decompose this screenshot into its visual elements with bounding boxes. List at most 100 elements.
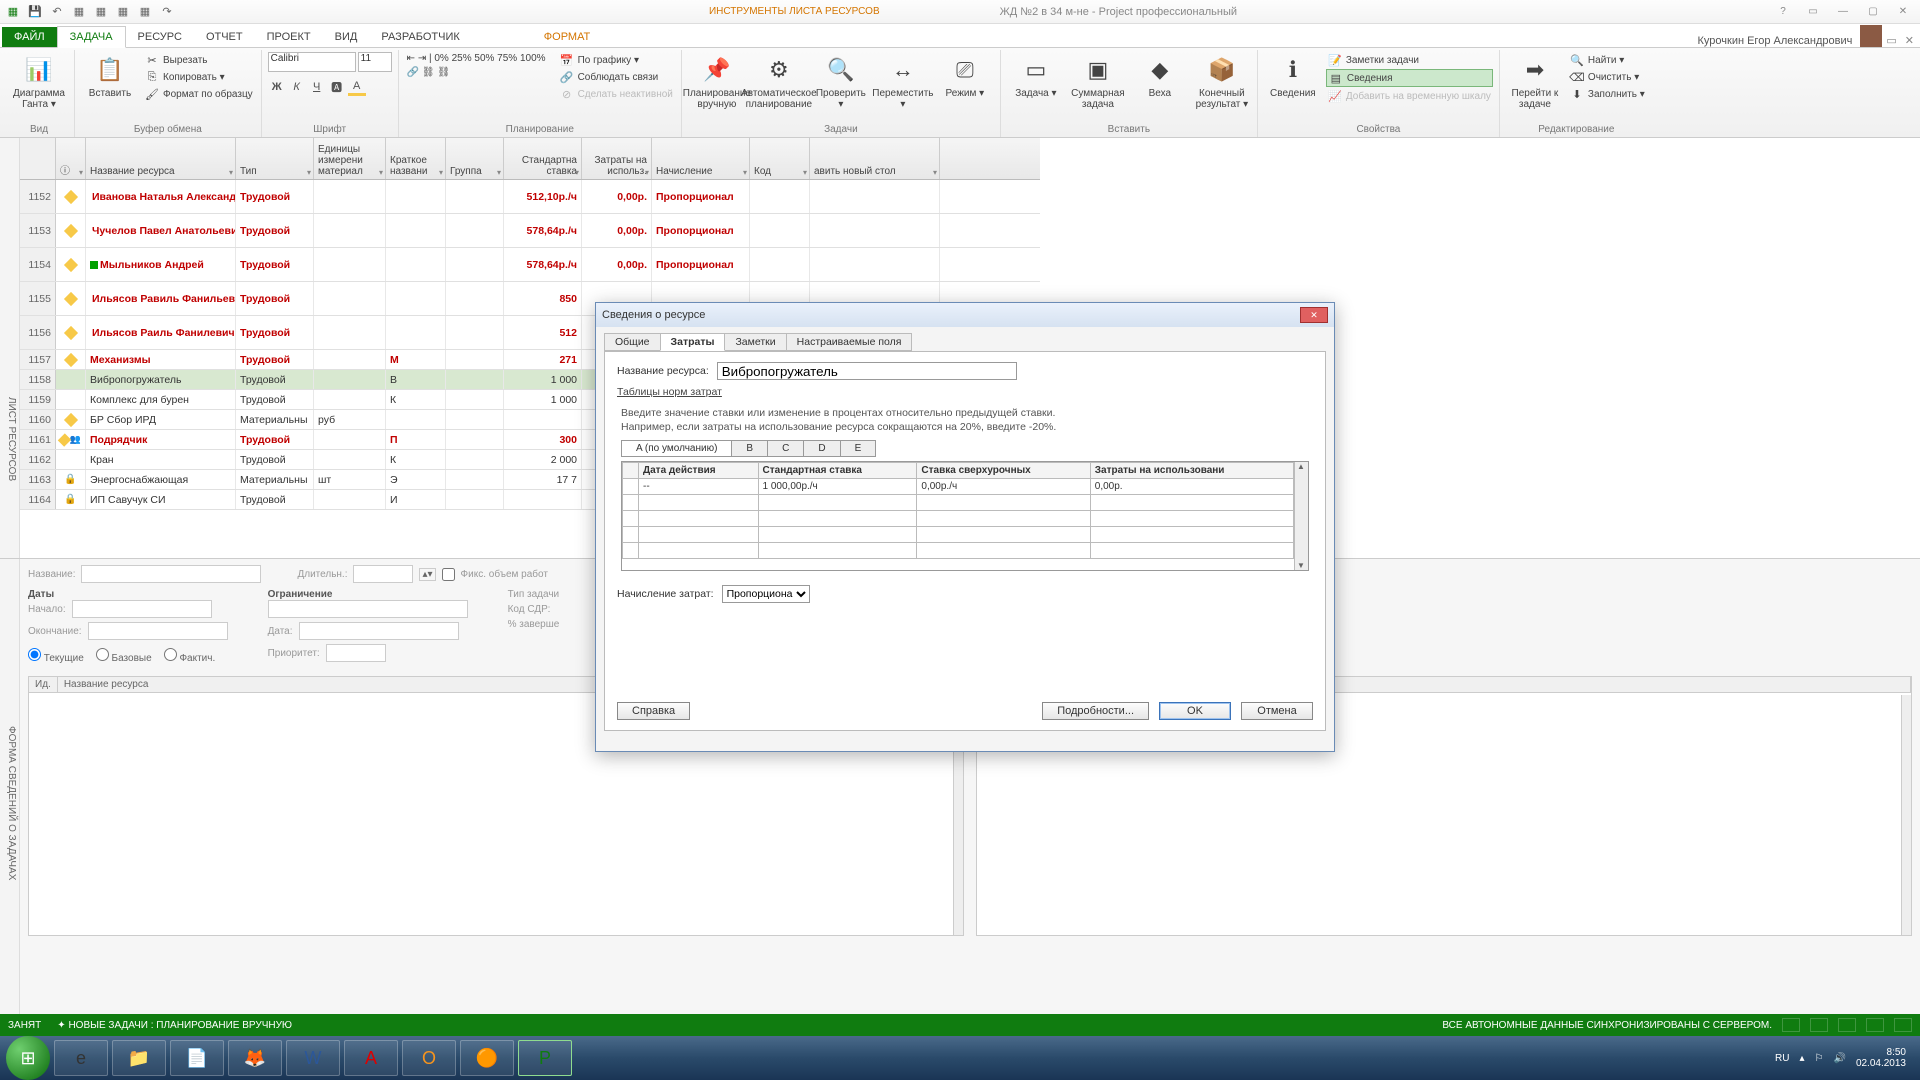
start-button[interactable]: ⊞: [6, 1036, 50, 1080]
view-btn-2[interactable]: [1810, 1018, 1828, 1032]
rate-col-peruse[interactable]: Затраты на использовани: [1090, 463, 1293, 479]
name-input[interactable]: [81, 565, 261, 583]
name-cell[interactable]: Вибропогружатель: [86, 370, 236, 389]
copy-button[interactable]: ⎘Копировать ▾: [143, 69, 255, 85]
short-cell[interactable]: К: [386, 390, 446, 409]
gantt-chart-button[interactable]: 📊Диаграмма Ганта ▾: [10, 52, 68, 112]
constraint-type-combo[interactable]: [268, 600, 468, 618]
radio-baseline[interactable]: Базовые: [96, 648, 152, 664]
rate-tab-a[interactable]: A (по умолчанию): [621, 440, 732, 457]
unit-cell[interactable]: [314, 316, 386, 349]
unit-cell[interactable]: [314, 282, 386, 315]
col-code[interactable]: Код▾: [750, 138, 810, 179]
group-cell[interactable]: [446, 350, 504, 369]
check-button[interactable]: 🔍Проверить ▾: [812, 52, 870, 112]
short-cell[interactable]: [386, 282, 446, 315]
group-cell[interactable]: [446, 214, 504, 247]
make-inactive-button[interactable]: ⊘Сделать неактивной: [558, 86, 675, 102]
table-row[interactable]: 1153Чучелов Павел АнатольевичТрудовой578…: [20, 214, 1040, 248]
col-indicator[interactable]: ⓘ▾: [56, 138, 86, 179]
font-size-combo[interactable]: 11: [358, 52, 392, 72]
tab-format[interactable]: ФОРМАТ: [532, 27, 603, 47]
undo-icon[interactable]: ↶: [48, 3, 66, 21]
col-short[interactable]: Краткое названи▾: [386, 138, 446, 179]
code-cell[interactable]: [750, 248, 810, 281]
rate-cell[interactable]: 850: [504, 282, 582, 315]
name-cell[interactable]: Ильясов Равиль Фанильевич: [86, 282, 236, 315]
group-cell[interactable]: [446, 316, 504, 349]
tray-flag-icon[interactable]: ⚐: [1815, 1053, 1824, 1064]
group-cell[interactable]: [446, 410, 504, 429]
rate-table[interactable]: Дата действия Стандартная ставка Ставка …: [621, 461, 1309, 571]
user-name[interactable]: Курочкин Егор Александрович: [1698, 35, 1861, 47]
short-cell[interactable]: Э: [386, 470, 446, 489]
short-cell[interactable]: П: [386, 430, 446, 449]
group-cell[interactable]: [446, 180, 504, 213]
tray-lang[interactable]: RU: [1775, 1053, 1789, 1064]
accrual-cell[interactable]: Пропорционал: [652, 248, 750, 281]
rate-row[interactable]: -- 1 000,00р./ч 0,00р./ч 0,00р.: [623, 479, 1294, 495]
short-cell[interactable]: [386, 248, 446, 281]
mode-button[interactable]: ⎚Режим ▾: [936, 52, 994, 101]
spinner-icon[interactable]: ▴▾: [419, 568, 435, 581]
name-cell[interactable]: ИП Савучук СИ: [86, 490, 236, 509]
short-cell[interactable]: [386, 180, 446, 213]
group-cell[interactable]: [446, 470, 504, 489]
code-cell[interactable]: [750, 180, 810, 213]
taskbar-explorer[interactable]: 📁: [112, 1040, 166, 1076]
tray-volume-icon[interactable]: 🔊: [1833, 1053, 1845, 1064]
unit-cell[interactable]: [314, 430, 386, 449]
rate-tab-c[interactable]: C: [767, 440, 804, 457]
unit-cell[interactable]: [314, 248, 386, 281]
type-cell[interactable]: Трудовой: [236, 316, 314, 349]
taskbar-outlook[interactable]: O: [402, 1040, 456, 1076]
accrual-select[interactable]: Пропорциона: [722, 585, 810, 603]
name-cell[interactable]: БР Сбор ИРД: [86, 410, 236, 429]
group-cell[interactable]: [446, 370, 504, 389]
short-cell[interactable]: И: [386, 490, 446, 509]
qat-btn[interactable]: ▦: [70, 3, 88, 21]
row-number[interactable]: 1152: [20, 180, 56, 213]
tab-resource[interactable]: РЕСУРС: [126, 27, 194, 47]
dialog-close-button[interactable]: ✕: [1300, 307, 1328, 323]
tab-file[interactable]: ФАЙЛ: [2, 27, 57, 47]
col-type[interactable]: Тип▾: [236, 138, 314, 179]
font-name-combo[interactable]: Calibri: [268, 52, 356, 72]
restore-window-icon[interactable]: ▭: [1886, 34, 1896, 47]
close-doc-icon[interactable]: ✕: [1905, 34, 1914, 47]
italic-button[interactable]: К: [288, 78, 306, 96]
auto-schedule-button[interactable]: ⚙Автоматическое планирование: [750, 52, 808, 112]
name-cell[interactable]: Иванова Наталья Александровна: [86, 180, 236, 213]
type-cell[interactable]: Трудовой: [236, 282, 314, 315]
details-button-dialog[interactable]: Подробности...: [1042, 702, 1149, 720]
new-col-cell[interactable]: [810, 248, 940, 281]
row-number[interactable]: 1160: [20, 410, 56, 429]
dialog-titlebar[interactable]: Сведения о ресурсе ✕: [596, 303, 1334, 327]
milestone-button[interactable]: ◆Веха: [1131, 52, 1189, 101]
col-group[interactable]: Группа▾: [446, 138, 504, 179]
clear-button[interactable]: ⌫Очистить ▾: [1568, 69, 1647, 85]
info-button[interactable]: ℹСведения: [1264, 52, 1322, 101]
short-cell[interactable]: [386, 410, 446, 429]
row-number[interactable]: 1156: [20, 316, 56, 349]
tab-task[interactable]: ЗАДАЧА: [57, 26, 126, 48]
col-name[interactable]: Название ресурса▾: [86, 138, 236, 179]
rate-cell[interactable]: 17 7: [504, 470, 582, 489]
col-unit[interactable]: Единицы измерени материал▾: [314, 138, 386, 179]
priority-input[interactable]: [326, 644, 386, 662]
manual-schedule-button[interactable]: 📌Планирование вручную: [688, 52, 746, 112]
unit-cell[interactable]: [314, 180, 386, 213]
rate-cell[interactable]: 512,10р./ч: [504, 180, 582, 213]
row-number[interactable]: 1163: [20, 470, 56, 489]
row-number[interactable]: 1164: [20, 490, 56, 509]
constraint-date-combo[interactable]: [299, 622, 459, 640]
qat-btn[interactable]: ▦: [114, 3, 132, 21]
row-number[interactable]: 1161: [20, 430, 56, 449]
unit-cell[interactable]: шт: [314, 470, 386, 489]
group-cell[interactable]: [446, 430, 504, 449]
cost-cell[interactable]: 0,00р.: [582, 214, 652, 247]
group-cell[interactable]: [446, 282, 504, 315]
short-cell[interactable]: К: [386, 450, 446, 469]
type-cell[interactable]: Материальны: [236, 410, 314, 429]
taskbar-ie[interactable]: e: [54, 1040, 108, 1076]
